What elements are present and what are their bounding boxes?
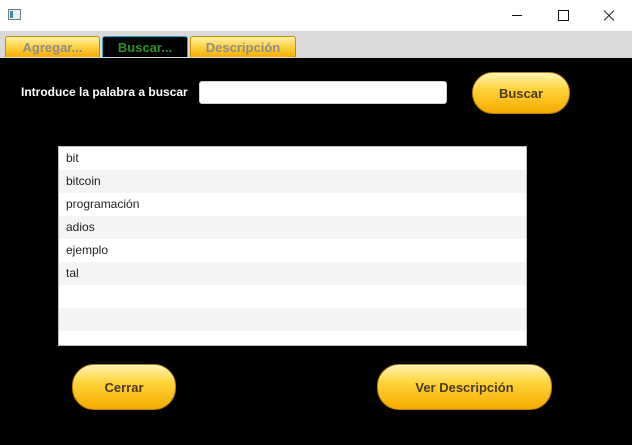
tab-descripcion[interactable]: Descripción [190, 36, 296, 57]
maximize-button[interactable] [540, 0, 586, 31]
list-item[interactable] [59, 331, 526, 345]
minimize-button[interactable] [494, 0, 540, 31]
list-item[interactable]: adios [59, 216, 526, 239]
list-item[interactable]: tal [59, 262, 526, 285]
tab-agregar[interactable]: Agregar... [5, 36, 100, 57]
list-item[interactable]: programación [59, 193, 526, 216]
app-icon [8, 9, 21, 20]
maximize-icon [557, 10, 569, 21]
list-item[interactable]: bit [59, 147, 526, 170]
search-button[interactable]: Buscar [472, 72, 570, 114]
list-item[interactable]: ejemplo [59, 239, 526, 262]
app-window: Agregar... Buscar... Descripción Introdu… [0, 0, 632, 445]
close-button[interactable]: Cerrar [72, 364, 176, 410]
view-description-button[interactable]: Ver Descripción [377, 364, 552, 410]
title-bar [0, 0, 632, 31]
word-list[interactable]: bit bitcoin programación adios ejemplo t… [58, 146, 527, 346]
tab-strip: Agregar... Buscar... Descripción [0, 31, 632, 58]
close-window-button[interactable] [586, 0, 632, 31]
minimize-icon [512, 15, 522, 16]
list-item[interactable] [59, 285, 526, 308]
list-item[interactable]: bitcoin [59, 170, 526, 193]
tab-buscar[interactable]: Buscar... [102, 36, 188, 57]
search-input[interactable] [199, 81, 447, 104]
close-icon [603, 10, 615, 22]
search-label: Introduce la palabra a buscar [21, 85, 188, 99]
list-item[interactable] [59, 308, 526, 331]
